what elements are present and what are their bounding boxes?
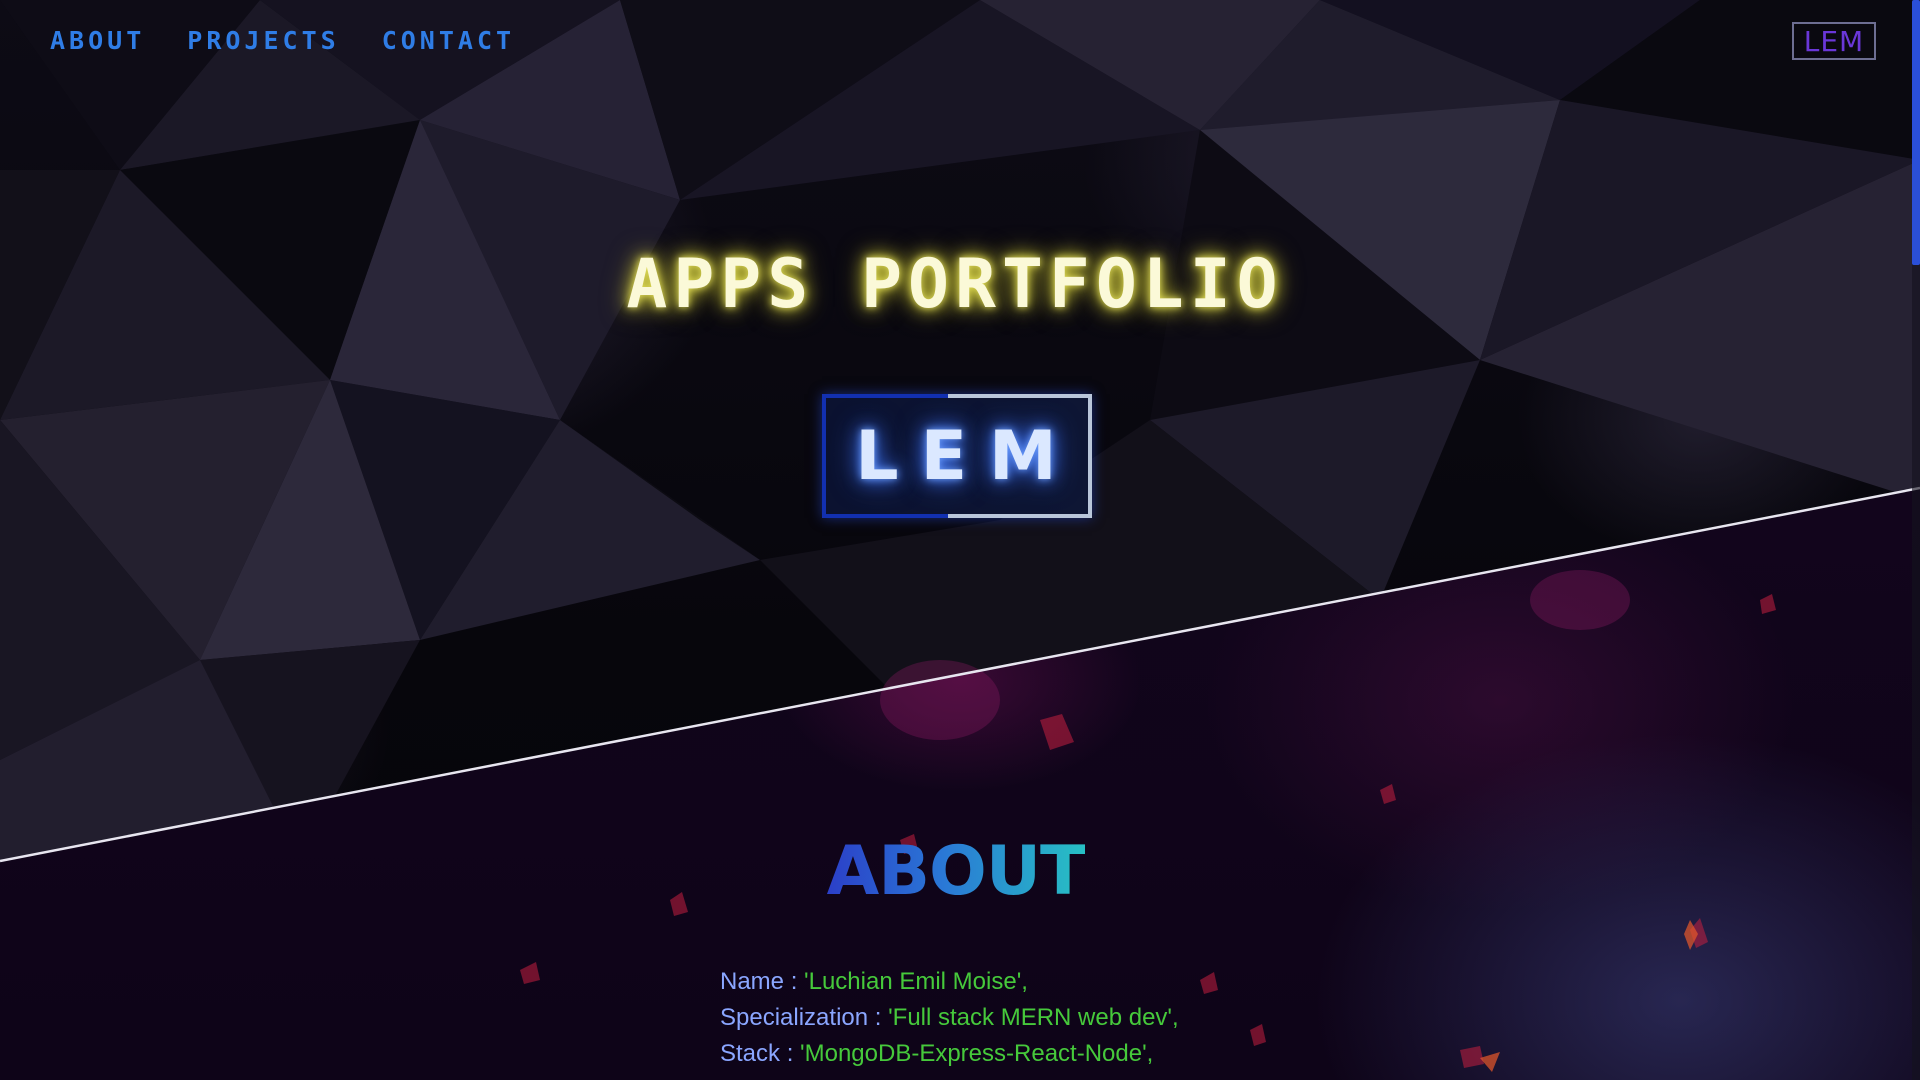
about-value: 'MongoDB-Express-React-Node', xyxy=(800,1040,1154,1067)
header-logo[interactable]: LEM xyxy=(1792,22,1876,60)
about-key: Specialization : xyxy=(720,1004,889,1031)
about-heading: ABOUT xyxy=(0,832,1912,911)
about-key: Stack : xyxy=(720,1040,801,1067)
about-key: Name : xyxy=(720,968,805,995)
about-line-specialization: Specialization : 'Full stack MERN web de… xyxy=(720,1000,1179,1036)
about-heading-text: ABOUT xyxy=(826,832,1087,911)
section-divider-line xyxy=(0,486,1920,863)
about-line-name: Name : 'Luchian Emil Moise', xyxy=(720,964,1179,1000)
portfolio-page: ABOUT PROJECTS CONTACT LEM APPS PORTFOLI… xyxy=(0,0,1920,1080)
scrollbar-thumb[interactable] xyxy=(1912,0,1920,265)
about-value: 'Full stack MERN web dev', xyxy=(888,1004,1179,1031)
nav-link-projects[interactable]: PROJECTS xyxy=(187,26,339,55)
page-scrollbar[interactable] xyxy=(1912,0,1920,1080)
about-value: 'Luchian Emil Moise', xyxy=(804,968,1028,995)
hero-logo-text: LEM xyxy=(855,416,1079,496)
about-line-stack: Stack : 'MongoDB-Express-React-Node', xyxy=(720,1036,1179,1072)
about-details: Name : 'Luchian Emil Moise', Specializat… xyxy=(720,964,1179,1072)
top-nav: ABOUT PROJECTS CONTACT xyxy=(50,26,515,55)
nav-link-about[interactable]: ABOUT xyxy=(50,26,145,55)
nav-link-contact[interactable]: CONTACT xyxy=(382,26,515,55)
hero-title: APPS PORTFOLIO xyxy=(626,245,1284,324)
hero-logo: LEM xyxy=(822,394,1092,518)
